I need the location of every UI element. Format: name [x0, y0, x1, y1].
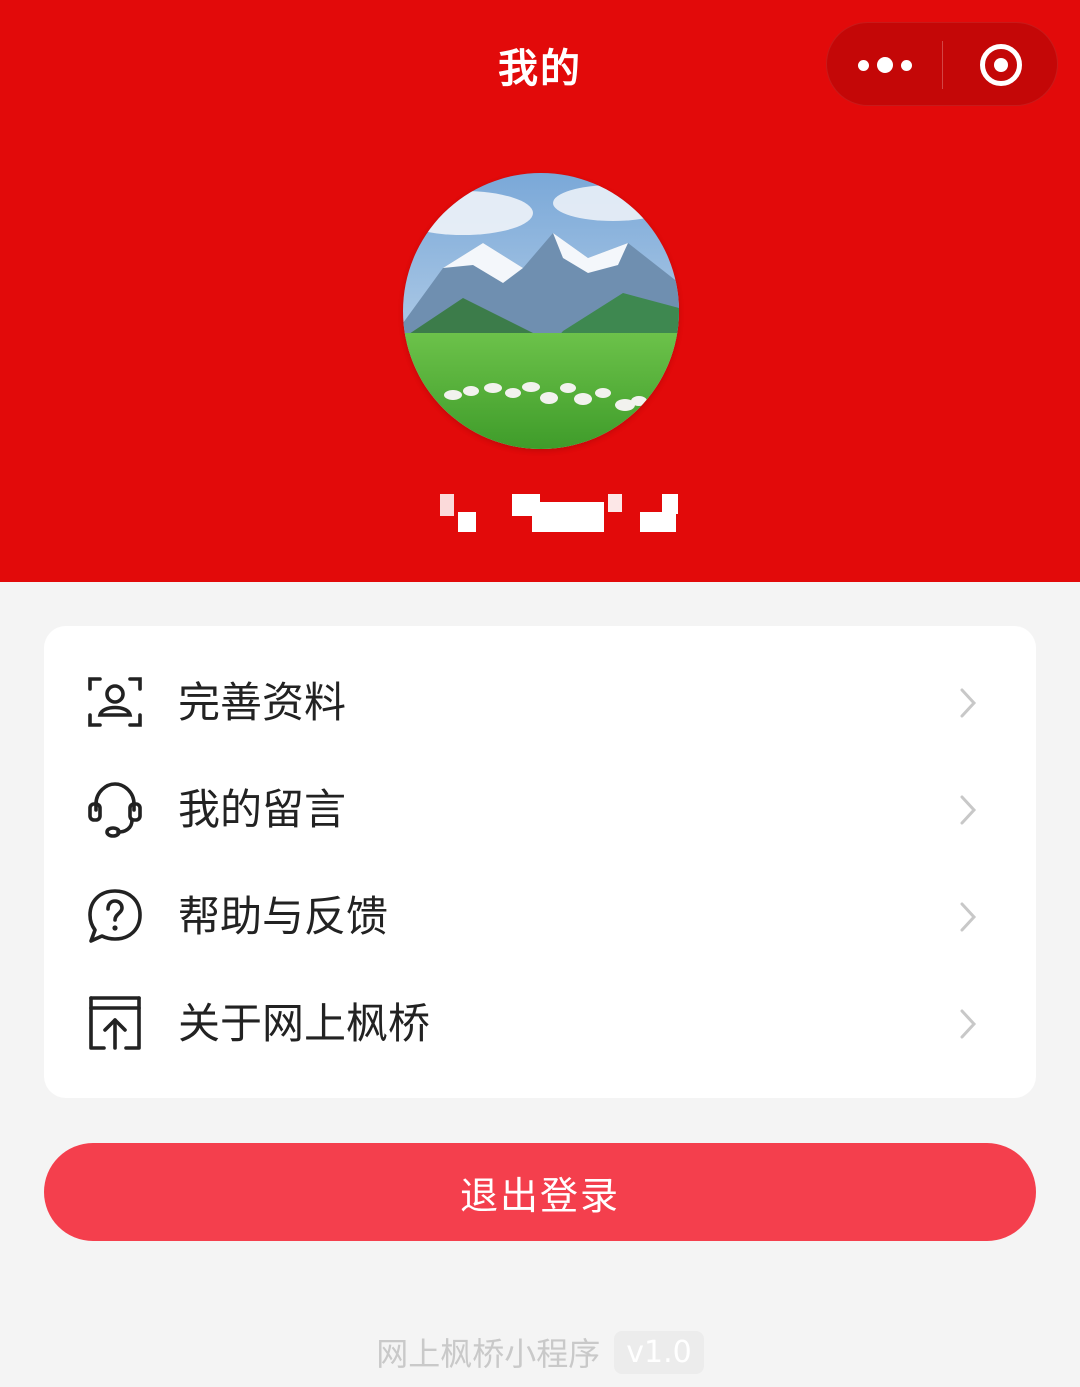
- target-circle-icon[interactable]: [943, 23, 1059, 107]
- version-badge: v1.0: [614, 1330, 704, 1374]
- landscape-avatar-image: [403, 173, 679, 449]
- chevron-right-icon: [960, 795, 977, 825]
- more-dots-icon[interactable]: [827, 23, 942, 107]
- menu-item-label: 我的留言: [178, 785, 347, 834]
- upload-box-icon: [89, 996, 141, 1050]
- chevron-right-icon: [960, 688, 977, 718]
- menu-item-about[interactable]: 关于网上枫桥: [44, 970, 1036, 1077]
- chevron-right-icon: [960, 902, 977, 932]
- username: [440, 494, 680, 534]
- menu-item-help-feedback[interactable]: 帮助与反馈: [44, 863, 1036, 970]
- menu-card: 完善资料 我的留言 帮助与反馈 关于网上枫桥: [44, 626, 1036, 1098]
- menu-item-label: 帮助与反馈: [178, 892, 389, 941]
- menu-item-label: 关于网上枫桥: [178, 999, 431, 1048]
- help-bubble-icon: [88, 889, 142, 943]
- app-name: 网上枫桥小程序: [376, 1335, 601, 1373]
- menu-item-label: 完善资料: [178, 678, 347, 727]
- menu-item-my-messages[interactable]: 我的留言: [44, 756, 1036, 863]
- avatar[interactable]: [403, 173, 679, 449]
- chevron-right-icon: [960, 1009, 977, 1039]
- logout-button[interactable]: 退出登录: [44, 1143, 1036, 1241]
- mini-program-capsule: [826, 22, 1058, 106]
- menu-item-edit-profile[interactable]: 完善资料: [44, 649, 1036, 756]
- headset-icon: [88, 782, 142, 838]
- profile-header: 我的: [0, 0, 1080, 582]
- user-scan-icon: [88, 677, 142, 727]
- footer: 网上枫桥小程序 v1.0: [0, 1326, 1080, 1378]
